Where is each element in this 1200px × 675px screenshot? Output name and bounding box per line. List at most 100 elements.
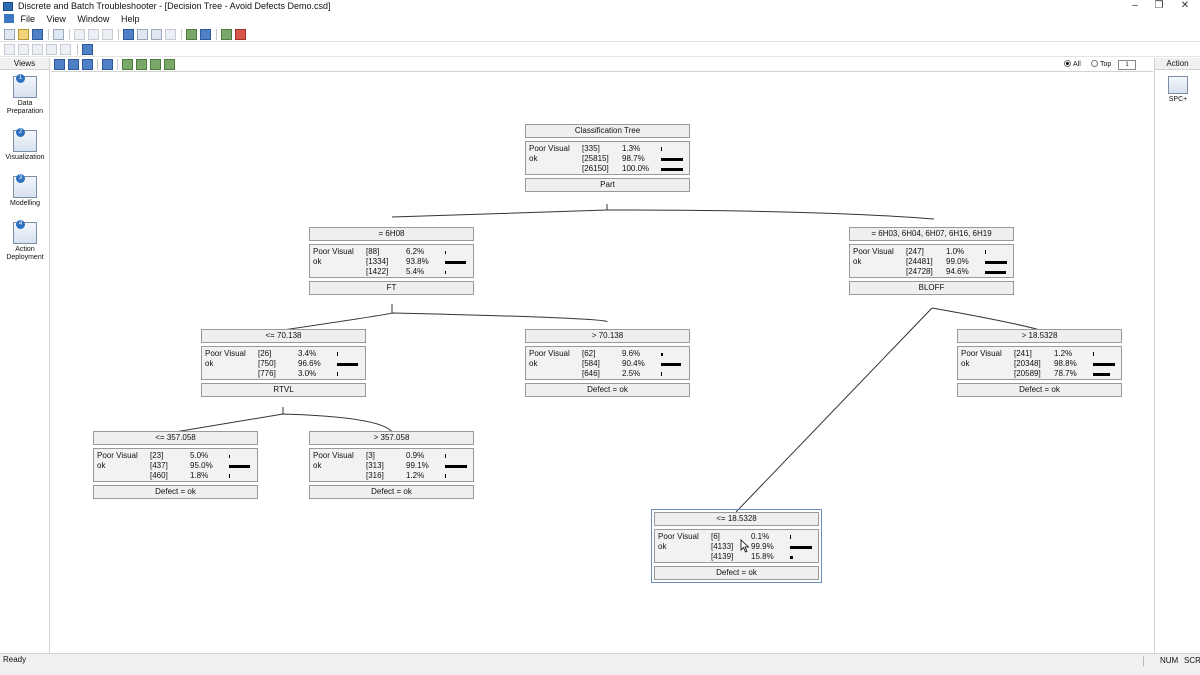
close-button[interactable]: ✕	[1174, 0, 1196, 13]
link-n1-children	[282, 312, 608, 331]
action-panel: Action SPC+	[1154, 58, 1200, 653]
zoom-out-icon[interactable]	[136, 59, 147, 70]
node-split-variable: FT	[309, 281, 474, 295]
tree-collapse-icon[interactable]	[82, 59, 93, 70]
node-prediction: Defect = ok	[93, 485, 258, 499]
radio-empty-icon	[1091, 60, 1098, 67]
view-modelling[interactable]: 3 Modelling	[0, 174, 50, 208]
bar-poor-visual	[445, 454, 446, 458]
data-preparation-icon: 1	[13, 74, 37, 98]
table-icon[interactable]	[151, 29, 162, 40]
layout-icon[interactable]	[82, 44, 93, 55]
node-header: <= 18.5328	[654, 512, 819, 526]
title-bar: Discrete and Batch Troubleshooter - [Dec…	[0, 0, 1200, 13]
node-stats: Poor Visual [62] 9.6% ok [584] 90.4% [646] 2.…	[525, 346, 690, 380]
tree-node-root[interactable]: Classification Tree Poor Visual [335] 1.3%…	[525, 124, 690, 192]
move-icon[interactable]	[164, 59, 175, 70]
tree-node-bloff-gt[interactable]: > 18.5328 Poor Visual [241] 1.2% ok [20348]…	[957, 329, 1122, 397]
bar-ok	[445, 261, 466, 264]
menu-help[interactable]: Help	[121, 13, 140, 26]
node-stats: Poor Visual [26] 3.4% ok [750] 96.6% [776] 3.…	[201, 346, 366, 380]
views-header: Views	[0, 58, 49, 70]
bar-poor-visual	[661, 353, 663, 356]
top-radio[interactable]: Top	[1091, 60, 1111, 70]
tree-node-ft-gt[interactable]: > 70.138 Poor Visual [62] 9.6% ok [584] 90.4…	[525, 329, 690, 397]
restore-button[interactable]: ❐	[1148, 0, 1170, 13]
status-text: Ready	[3, 655, 27, 664]
view-action-deployment[interactable]: 4 Action Deployment	[0, 220, 50, 262]
zoom-fit-icon[interactable]	[18, 44, 29, 55]
views-panel: Views 1 Data Preparation 2 Visualization…	[0, 58, 50, 653]
zoom-box-icon[interactable]	[4, 44, 15, 55]
bar-total	[661, 372, 662, 376]
zoom-width-icon[interactable]	[46, 44, 57, 55]
zoom-page-icon[interactable]	[32, 44, 43, 55]
bar-ok	[985, 261, 1007, 264]
app-icon	[3, 2, 13, 11]
node-split-variable: RTVL	[201, 383, 366, 397]
menu-window[interactable]: Window	[77, 13, 109, 26]
status-bar: Ready NUM SCRL	[0, 653, 1200, 675]
save-tree-icon[interactable]	[102, 59, 113, 70]
bar-poor-visual	[229, 455, 230, 458]
decision-tree-canvas[interactable]: Classification Tree Poor Visual [335] 1.3%…	[51, 72, 1153, 652]
bar-total	[985, 271, 1006, 274]
zoom-in-icon[interactable]	[122, 59, 133, 70]
top-count-input[interactable]: 1	[1118, 60, 1136, 70]
tree-node-ft-le[interactable]: <= 70.138 Poor Visual [26] 3.4% ok [750] 96.…	[201, 329, 366, 397]
main-toolbar	[0, 27, 1200, 42]
node-prediction: Defect = ok	[957, 383, 1122, 397]
bar-ok	[790, 546, 812, 549]
tree-expand-icon[interactable]	[68, 59, 79, 70]
action-header: Action	[1155, 58, 1200, 70]
bar-ok	[1093, 363, 1115, 366]
scrl-indicator: SCRL	[1184, 656, 1200, 665]
document-icon	[4, 14, 14, 23]
node-stats: Poor Visual [3] 0.9% ok [313] 99.1% [316] 1.2…	[309, 448, 474, 482]
new-icon[interactable]	[4, 29, 15, 40]
radio-selected-icon	[1064, 60, 1071, 67]
tree-node-rtvl-gt[interactable]: > 357.058 Poor Visual [3] 0.9% ok [313] 99.1…	[309, 431, 474, 499]
tree-node-bloff-le[interactable]: <= 18.5328 Poor Visual [6] 0.1% ok [4133] 99…	[651, 509, 822, 583]
menu-file[interactable]: File	[21, 13, 36, 26]
action-spc[interactable]: SPC+	[1155, 76, 1200, 104]
cut-icon[interactable]	[74, 29, 85, 40]
pan-icon[interactable]	[150, 59, 161, 70]
histogram-icon[interactable]	[137, 29, 148, 40]
chart-icon[interactable]	[123, 29, 134, 40]
bar-poor-visual	[661, 147, 662, 151]
zoom-height-icon[interactable]	[60, 44, 71, 55]
refresh-icon[interactable]	[186, 29, 197, 40]
export-icon[interactable]	[221, 29, 232, 40]
copy-icon[interactable]	[88, 29, 99, 40]
node-stats: Poor Visual [335] 1.3% ok [25815] 98.7% [261…	[525, 141, 690, 175]
view-visualization[interactable]: 2 Visualization	[0, 128, 50, 162]
all-radio[interactable]: All	[1064, 60, 1081, 70]
tree-node-rtvl-le[interactable]: <= 357.058 Poor Visual [23] 5.0% ok [437] 95…	[93, 431, 258, 499]
node-split-variable: Part	[525, 178, 690, 192]
open-icon[interactable]	[18, 29, 29, 40]
view-data-preparation[interactable]: 1 Data Preparation	[0, 74, 50, 116]
print-icon[interactable]	[53, 29, 64, 40]
filter-icon[interactable]	[165, 29, 176, 40]
secondary-toolbar	[0, 42, 1200, 57]
stop-icon[interactable]	[235, 29, 246, 40]
bar-ok	[337, 363, 358, 366]
window-title: Discrete and Batch Troubleshooter - [Dec…	[18, 1, 331, 11]
tree-node-6h08[interactable]: = 6H08 Poor Visual [88] 6.2% ok [1334] 93.8%…	[309, 227, 474, 295]
menu-view[interactable]: View	[47, 13, 66, 26]
modelling-icon: 3	[13, 174, 37, 198]
bar-poor-visual	[445, 251, 446, 254]
bar-poor-visual	[1093, 352, 1094, 356]
grid-icon[interactable]	[200, 29, 211, 40]
node-header: = 6H08	[309, 227, 474, 241]
minimize-button[interactable]: –	[1124, 0, 1146, 13]
node-header: = 6H03, 6H04, 6H07, 6H16, 6H19	[849, 227, 1014, 241]
tree-node-6h-group[interactable]: = 6H03, 6H04, 6H07, 6H16, 6H19 Poor Visu…	[849, 227, 1014, 295]
node-header: > 70.138	[525, 329, 690, 343]
paste-icon[interactable]	[102, 29, 113, 40]
bar-total	[445, 474, 446, 478]
save-icon[interactable]	[32, 29, 43, 40]
bar-ok	[229, 465, 250, 468]
tree-layout-icon[interactable]	[54, 59, 65, 70]
